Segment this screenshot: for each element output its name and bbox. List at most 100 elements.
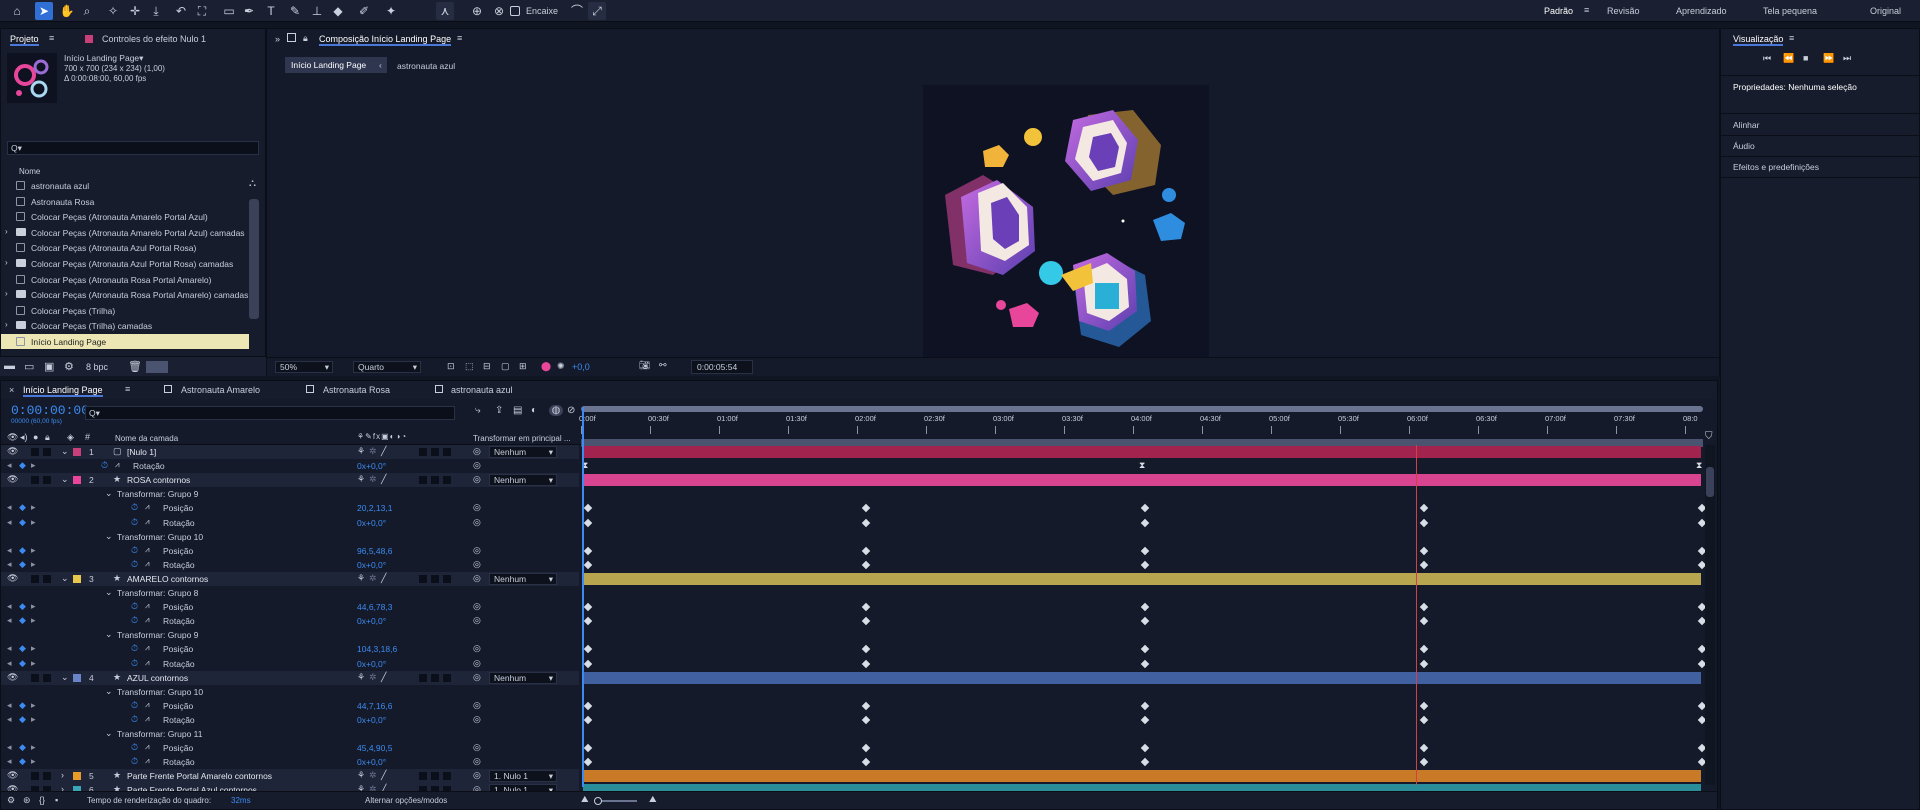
mask-icon[interactable]: ▢ [501,361,510,372]
keyframe[interactable] [583,701,593,711]
brace-icon[interactable]: {} [39,795,45,805]
type-tool-icon[interactable]: T [262,2,280,20]
layer-name[interactable]: ROSA contornos [127,475,190,485]
keyframe-nav-right-icon[interactable]: ▸ [31,756,36,767]
keyframe[interactable] [1140,602,1150,612]
project-search-input[interactable]: Q▾ [7,141,259,155]
keyframe-nav-left-icon[interactable]: ◂ [7,615,12,626]
property-row[interactable]: ◂ ◆ ▸ ⏱ ⩘ Rotação 0x+0,0° ◎ [1,713,579,727]
keyframe-nav-left-icon[interactable]: ◂ [7,658,12,669]
keyframe[interactable] [1419,504,1429,513]
keyframe-diamond-icon[interactable]: ◆ [19,601,26,612]
property-row[interactable]: ◂ ◆ ▸ ⏱ ⩘ Posição 44,7,16,6 ◎ [1,699,579,713]
lock-switch[interactable] [43,772,51,781]
stopwatch-icon[interactable]: ⏱ [131,658,138,669]
keyframe[interactable] [861,701,871,711]
keyframe[interactable] [1140,560,1150,570]
keyframe[interactable] [861,560,871,570]
prev-frame-icon[interactable]: ⏪ [1783,53,1794,64]
timeline-menu-icon[interactable]: ≡ [125,384,130,394]
group-row[interactable]: ⌄ Transformar: Grupo 9 [1,487,579,501]
property-row[interactable]: ◂ ◆ ▸ ⏱ ⩘ Rotação 0x+0,0° ◎ [1,614,579,628]
graph-icon[interactable]: ⩘ [145,517,150,527]
close-tab-icon[interactable]: × [9,385,14,395]
eraser-tool-icon[interactable]: ◆ [329,2,347,20]
property-row[interactable]: ◂ ◆ ▸ ⏱ ⩘ Rotação 0x+0,0° ◎ [1,657,579,671]
tab-preview[interactable]: Visualização [1733,34,1784,46]
clone-stamp-icon[interactable]: ⊥ [308,2,326,20]
keyframe[interactable] [1140,659,1150,668]
chevron-down-icon[interactable]: ⌄ [105,488,113,499]
keyframe[interactable] [583,518,593,527]
panel-menu-icon[interactable]: ≡ [49,33,54,43]
rectangle-tool-icon[interactable]: ▭ [220,2,238,20]
property-row[interactable]: ◂ ◆ ▸ ⏱ ⩘ Rotação 0x+0,0° ◎ [1,459,579,473]
chevron-right-icon[interactable]: › [61,770,64,780]
layer-name[interactable]: AZUL contornos [127,673,188,683]
lock-column-icon[interactable]: 🔒︎ [45,432,50,443]
graph-icon[interactable]: ⩘ [145,658,150,668]
keyframe[interactable] [583,715,593,725]
stopwatch-icon[interactable]: ⏱ [131,517,138,528]
keyframe-nav-left-icon[interactable]: ◂ [7,643,12,654]
property-value[interactable]: 44,7,16,6 [357,701,392,711]
layer-bar[interactable] [583,671,1701,684]
bit-depth-label[interactable]: 8 bpc [86,362,108,372]
keyframe[interactable] [1140,504,1150,513]
label-color[interactable] [73,772,81,781]
keyframe[interactable] [1419,560,1429,570]
stopwatch-icon[interactable]: ⏱ [131,601,138,612]
draft-3d-icon[interactable]: ⇪ [495,405,503,416]
keyframe-nav-left-icon[interactable]: ◂ [7,545,12,556]
keyframe[interactable] [583,757,593,767]
zoom-out-icon[interactable]: ⛰ [581,794,589,805]
graph-icon[interactable]: ⩘ [145,643,150,653]
3d-switch[interactable] [443,673,451,682]
pan-camera-icon[interactable]: ✛ [126,2,144,20]
last-frame-icon[interactable]: ⏭ [1843,53,1851,64]
timeline-scrollbar[interactable] [1705,445,1715,785]
group-row[interactable]: ⌄ Transformar: Grupo 10 [1,685,579,699]
chevron-right-icon[interactable]: › [5,289,8,298]
3d-switch[interactable] [443,448,451,456]
tab-project[interactable]: Projeto [10,34,39,46]
parent-dropdown[interactable]: Nenhum [489,671,557,684]
pick-whip-icon[interactable]: ◎ [473,517,481,528]
keyframe[interactable] [583,602,593,612]
stopwatch-icon[interactable]: ⏱ [131,545,138,556]
stopwatch-icon[interactable]: ⏱ [131,643,138,654]
graph-icon[interactable]: ⩘ [145,714,150,724]
keyframe[interactable] [861,659,871,668]
keyframe-nav-right-icon[interactable]: ▸ [31,658,36,669]
tab-astronauta-azul[interactable]: astronauta azul [451,385,513,395]
eye-icon[interactable]: 👁︎ [7,474,18,485]
pick-whip-icon[interactable]: ◎ [473,460,481,471]
lock-switch[interactable] [43,476,51,485]
shy-icon[interactable]: ⚘ [357,573,365,584]
layer-name[interactable]: [Nulo 1] [127,447,156,457]
graph-icon[interactable]: ⩘ [145,700,150,710]
project-item[interactable]: Início Landing Page [1,334,249,349]
pick-whip-icon[interactable]: ◎ [473,474,481,485]
orbit-camera-icon[interactable]: ✧ [104,2,122,20]
graph-icon[interactable]: ⩘ [145,559,150,569]
keyframe-diamond-icon[interactable]: ◆ [19,756,26,767]
pick-whip-icon[interactable]: ◎ [473,756,481,767]
chevron-down-icon[interactable]: ⌄ [61,474,69,485]
keyframe[interactable] [1419,616,1429,626]
keyframe-diamond-icon[interactable]: ◆ [19,615,26,626]
project-item[interactable]: Colocar Peças (Atronauta Azul Portal Ros… [1,240,249,255]
quality-icon[interactable]: ╱ [381,573,386,584]
comp-marker-icon[interactable]: ⛉ [1705,431,1713,442]
property-row[interactable]: ◂ ◆ ▸ ⏱ ⩘ Posição 45,4,90,5 ◎ [1,741,579,755]
collapse-icon[interactable]: ✲ [369,474,377,485]
keyframe-nav-right-icon[interactable]: ▸ [31,559,36,570]
group-row[interactable]: ⌄ Transformar: Grupo 9 [1,628,579,642]
keyframe-nav-left-icon[interactable]: ◂ [7,756,12,767]
switches-header-icon[interactable]: ⚘✎fx▣◐◑◔ [357,432,407,441]
keyframe[interactable] [1140,546,1150,555]
project-item[interactable]: › Colocar Peças (Atronauta Azul Portal Ro… [1,256,249,271]
property-value[interactable]: 0x+0,0° [357,757,386,767]
property-row[interactable]: ◂ ◆ ▸ ⏱ ⩘ Posição 20,2,13,1 ◎ [1,501,579,515]
eye-icon[interactable]: 👁︎ [7,672,18,683]
